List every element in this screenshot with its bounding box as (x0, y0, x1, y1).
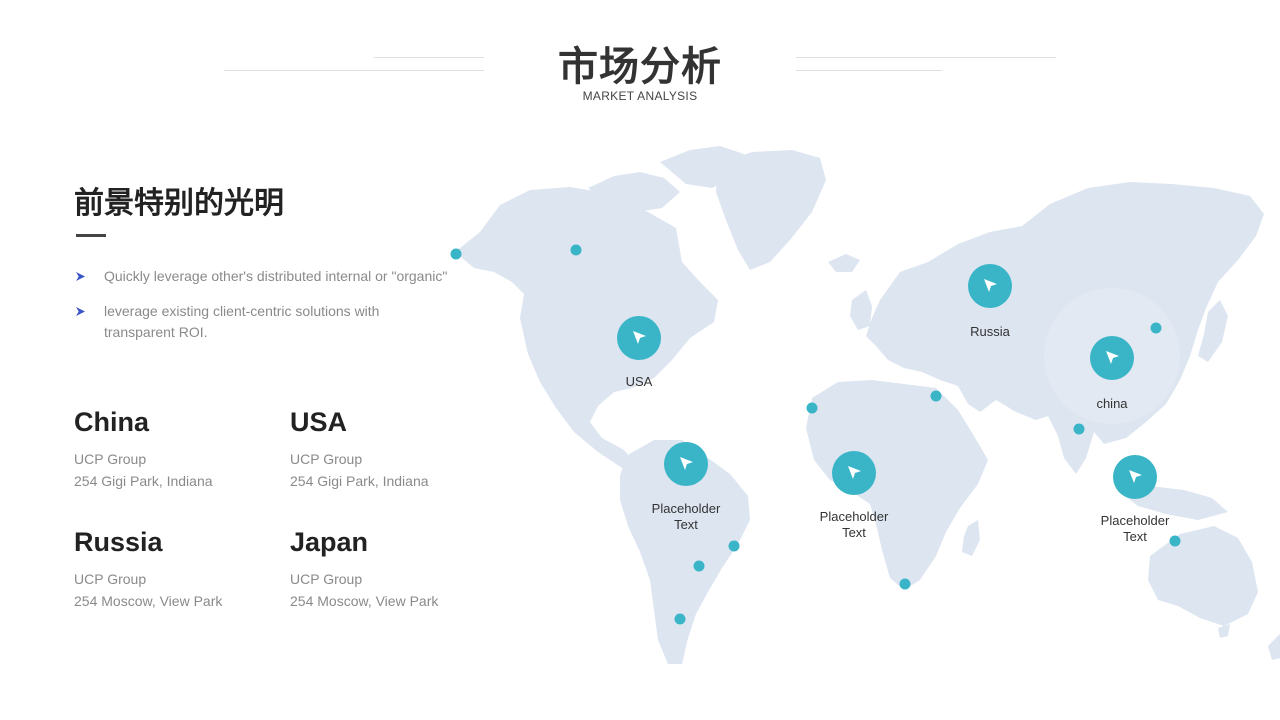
accent-dot (1073, 423, 1085, 435)
office-company: UCP Group (290, 571, 363, 587)
accent-dot (728, 540, 740, 552)
section-heading: 前景特别的光明 (74, 186, 284, 221)
pin-label-line: Placeholder (651, 501, 721, 516)
pin-label-africa: Placeholder Text (804, 509, 904, 541)
arrow-bullet-icon (76, 307, 85, 316)
map-pin-usa[interactable] (617, 316, 661, 360)
office-country: Japan (290, 527, 369, 557)
accent-dot (930, 390, 942, 402)
accent-dot (899, 578, 911, 590)
accent-dot (450, 248, 462, 260)
office-country: USA (290, 407, 348, 437)
world-map (450, 146, 1280, 664)
pin-label-line: Text (674, 517, 698, 532)
pin-label-south-america: Placeholder Text (636, 501, 736, 533)
pin-label-line: USA (625, 374, 653, 389)
office-card-usa: USA UCP Group 254 Gigi Park, Indiana (290, 406, 490, 492)
map-pin-southeast-asia[interactable] (1113, 455, 1157, 499)
office-address: 254 Gigi Park, Indiana (290, 473, 429, 489)
office-card-russia: Russia UCP Group 254 Moscow, View Park (74, 526, 274, 612)
office-company: UCP Group (74, 451, 147, 467)
pin-label-line: Text (1123, 529, 1147, 544)
pin-label-line: Text (842, 525, 866, 540)
map-pin-south-america[interactable] (664, 442, 708, 486)
pin-label-line: Placeholder (819, 509, 889, 524)
pin-label-line: china (1096, 396, 1128, 411)
office-country: Russia (74, 527, 163, 557)
pin-label-southeast-asia: Placeholder Text (1085, 513, 1185, 545)
bullet-list: Quickly leverage other's distributed int… (76, 266, 456, 357)
office-address: 254 Gigi Park, Indiana (74, 473, 213, 489)
bullet-item: leverage existing client-centric solutio… (76, 301, 404, 343)
pin-label-china: china (1072, 396, 1152, 412)
office-company: UCP Group (74, 571, 147, 587)
pin-label-line: Placeholder (1100, 513, 1170, 528)
accent-dot (674, 613, 686, 625)
bullet-item: Quickly leverage other's distributed int… (76, 266, 456, 287)
accent-dot (570, 244, 582, 256)
office-address: 254 Moscow, View Park (290, 593, 439, 609)
map-pin-china[interactable] (1090, 336, 1134, 380)
office-address: 254 Moscow, View Park (74, 593, 223, 609)
bullet-text: leverage existing client-centric solutio… (104, 303, 380, 340)
accent-dot (1150, 322, 1162, 334)
map-pin-africa[interactable] (832, 451, 876, 495)
pin-label-russia: Russia (950, 324, 1030, 340)
arrow-bullet-icon (76, 272, 85, 281)
pin-label-line: Russia (970, 324, 1010, 339)
office-card-china: China UCP Group 254 Gigi Park, Indiana (74, 406, 274, 492)
bullet-text: Quickly leverage other's distributed int… (104, 268, 448, 284)
office-company: UCP Group (290, 451, 363, 467)
office-country: China (74, 407, 150, 437)
map-pin-russia[interactable] (968, 264, 1012, 308)
accent-dot (693, 560, 705, 572)
accent-dot (806, 402, 818, 414)
heading-underline (76, 234, 106, 237)
office-card-japan: Japan UCP Group 254 Moscow, View Park (290, 526, 490, 612)
pin-label-usa: USA (599, 374, 679, 390)
